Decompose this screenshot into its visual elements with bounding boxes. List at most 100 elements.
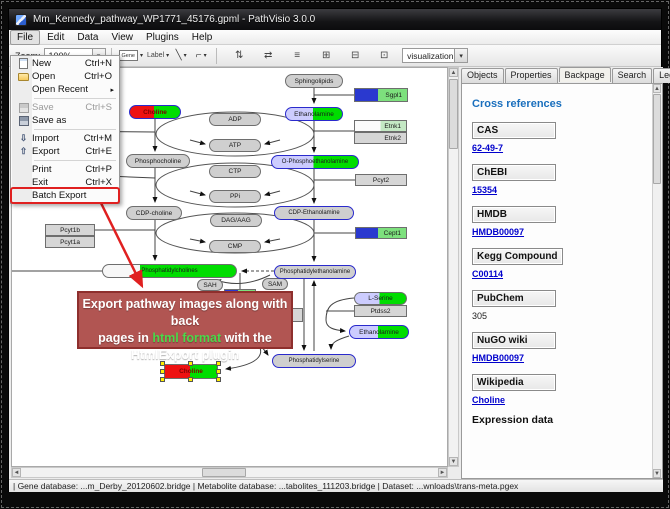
scroll-up-arrow[interactable]: ▲ bbox=[653, 84, 661, 93]
selection-handle[interactable] bbox=[216, 377, 221, 382]
selection-handle[interactable] bbox=[216, 361, 221, 366]
align-vertical-button[interactable]: ⇅ bbox=[230, 47, 248, 64]
pathway-gene-node[interactable]: Pcyt1a bbox=[45, 236, 95, 248]
common-size-icon: ⊟ bbox=[351, 50, 359, 61]
pathway-node[interactable]: Ethanolamine bbox=[285, 107, 343, 121]
visualization-value: visualization bbox=[407, 51, 453, 61]
pathway-node[interactable]: CDP-choline bbox=[126, 206, 182, 220]
menu-item-save[interactable]: SaveCtrl+S bbox=[12, 101, 118, 114]
scroll-down-arrow[interactable]: ▼ bbox=[653, 469, 661, 478]
menu-item-open-recent[interactable]: Open Recent▸ bbox=[12, 83, 118, 96]
pathway-gene-node[interactable]: Ptdss2 bbox=[354, 305, 407, 317]
pathway-node[interactable]: DAG/AAG bbox=[210, 214, 262, 227]
side-panel-tabs: Objects Properties Backpage Search Legen… bbox=[461, 67, 663, 83]
selection-handle[interactable] bbox=[188, 377, 193, 382]
pathway-gene-node[interactable]: Pcyt2 bbox=[355, 174, 407, 186]
vscroll-thumb[interactable] bbox=[449, 79, 458, 149]
gene-tool-button[interactable]: Gene ▾ bbox=[118, 47, 144, 64]
menu-item-exit[interactable]: ExitCtrl+X bbox=[12, 176, 118, 189]
stack-button[interactable]: ⊡ bbox=[375, 47, 393, 64]
title-bar[interactable]: Mm_Kennedy_pathway_WP1771_45176.gpml - P… bbox=[9, 9, 661, 30]
pathway-node[interactable]: PPi bbox=[209, 190, 261, 203]
connector-tool-icon: ⌐ bbox=[196, 50, 202, 61]
distribute-rows-button[interactable]: ≡ bbox=[288, 47, 306, 64]
align-horizontal-button[interactable]: ⇄ bbox=[259, 47, 277, 64]
pathway-node[interactable]: Sphingolipids bbox=[285, 74, 343, 88]
new-file-icon bbox=[19, 58, 28, 69]
scroll-down-arrow[interactable]: ▼ bbox=[449, 457, 458, 466]
annotation-line2: pages in html format with the bbox=[79, 330, 291, 347]
selection-handle[interactable] bbox=[160, 369, 165, 374]
tab-objects[interactable]: Objects bbox=[461, 68, 504, 83]
menu-help[interactable]: Help bbox=[186, 31, 219, 44]
gene-dropdown-icon[interactable]: ▾ bbox=[140, 52, 143, 59]
pathway-node[interactable]: Phosphatidylethanolamine bbox=[274, 265, 356, 279]
menu-data[interactable]: Data bbox=[71, 31, 104, 44]
menu-plugins[interactable]: Plugins bbox=[140, 31, 185, 44]
menu-item-save-as[interactable]: Save as bbox=[12, 114, 118, 127]
tab-legend[interactable]: Legend bbox=[653, 68, 670, 83]
section-link[interactable]: C00114 bbox=[472, 269, 662, 279]
pathway-gene-node[interactable]: Cept1 bbox=[355, 227, 407, 239]
tab-properties[interactable]: Properties bbox=[505, 68, 558, 83]
menu-item-new[interactable]: NewCtrl+N bbox=[12, 57, 118, 70]
selection-handle[interactable] bbox=[216, 369, 221, 374]
line-tool-button[interactable]: ╲ ▾ bbox=[172, 47, 190, 64]
section-link[interactable]: 15354 bbox=[472, 185, 662, 195]
visualization-combobox[interactable]: visualization ▾ bbox=[402, 48, 468, 63]
connector-dropdown-icon[interactable]: ▾ bbox=[204, 52, 207, 59]
canvas-vertical-scrollbar[interactable]: ▲ ▼ bbox=[448, 67, 459, 467]
menu-edit[interactable]: Edit bbox=[41, 31, 70, 44]
menu-file[interactable]: File bbox=[10, 30, 40, 45]
menu-item-print[interactable]: PrintCtrl+P bbox=[12, 163, 118, 176]
pathway-node[interactable]: CDP-Ethanolamine bbox=[274, 206, 354, 220]
pathway-node[interactable]: ADP bbox=[209, 113, 261, 126]
tab-backpage[interactable]: Backpage bbox=[559, 67, 611, 82]
scroll-up-arrow[interactable]: ▲ bbox=[449, 68, 458, 77]
panel-scrollbar[interactable]: ▲ ▼ bbox=[652, 84, 662, 478]
canvas-horizontal-scrollbar[interactable]: ◄ ► bbox=[11, 467, 448, 478]
panel-scroll-thumb[interactable] bbox=[653, 94, 661, 184]
pathway-node[interactable]: Phosphocholine bbox=[126, 154, 190, 168]
pathway-node[interactable]: L-Serine bbox=[354, 292, 407, 305]
pathway-gene-node[interactable]: Sgpl1 bbox=[354, 88, 408, 102]
selection-handle[interactable] bbox=[160, 377, 165, 382]
section-link[interactable]: Choline bbox=[472, 395, 662, 405]
selection-handle[interactable] bbox=[160, 361, 165, 366]
selection-handle[interactable] bbox=[188, 361, 193, 366]
pathway-gene-node[interactable]: Pcyt1b bbox=[45, 224, 95, 236]
pathway-gene-node[interactable]: Etnk1 bbox=[354, 120, 407, 132]
pathway-gene-node[interactable]: Etnk2 bbox=[354, 132, 407, 144]
menu-item-import[interactable]: ⇩ ImportCtrl+M bbox=[12, 132, 118, 145]
distribute-columns-button[interactable]: ⊞ bbox=[317, 47, 335, 64]
label-tool-button[interactable]: Label ▾ bbox=[146, 47, 170, 64]
menu-item-export[interactable]: ⇧ ExportCtrl+E bbox=[12, 145, 118, 158]
menu-item-open[interactable]: OpenCtrl+O bbox=[12, 70, 118, 83]
save-as-icon bbox=[19, 116, 29, 126]
label-dropdown-icon[interactable]: ▾ bbox=[166, 52, 169, 59]
menu-item-batch-export[interactable]: Batch Export bbox=[12, 189, 118, 202]
menu-view[interactable]: View bbox=[105, 31, 139, 44]
section-link[interactable]: HMDB00097 bbox=[472, 227, 662, 237]
pathway-node[interactable]: O-Phosphoethanolamine bbox=[271, 155, 359, 169]
pathway-node[interactable]: ATP bbox=[209, 139, 261, 152]
backpage-section: PubChem 305 bbox=[472, 288, 662, 321]
scroll-left-arrow[interactable]: ◄ bbox=[12, 468, 21, 477]
line-dropdown-icon[interactable]: ▾ bbox=[184, 52, 187, 59]
pathway-node[interactable]: Ethanolamine bbox=[349, 325, 409, 339]
tab-search[interactable]: Search bbox=[612, 68, 653, 83]
hscroll-thumb[interactable] bbox=[202, 468, 246, 477]
pathway-node[interactable]: CTP bbox=[209, 165, 261, 178]
pathway-node[interactable]: Choline bbox=[129, 105, 181, 119]
common-size-button[interactable]: ⊟ bbox=[346, 47, 364, 64]
pathway-node[interactable]: SAM bbox=[262, 278, 288, 290]
pathway-node[interactable]: Phosphatidylcholines bbox=[102, 264, 237, 278]
section-link[interactable]: HMDB00097 bbox=[472, 353, 662, 363]
scroll-right-arrow[interactable]: ► bbox=[438, 468, 447, 477]
connector-tool-button[interactable]: ⌐ ▾ bbox=[192, 47, 210, 64]
section-link[interactable]: 62-49-7 bbox=[472, 143, 662, 153]
pathway-node[interactable]: CMP bbox=[209, 240, 261, 253]
pathway-node[interactable]: SAH bbox=[197, 279, 223, 291]
visualization-dropdown-icon[interactable]: ▾ bbox=[454, 49, 467, 62]
window-title: Mm_Kennedy_pathway_WP1771_45176.gpml - P… bbox=[33, 14, 315, 25]
